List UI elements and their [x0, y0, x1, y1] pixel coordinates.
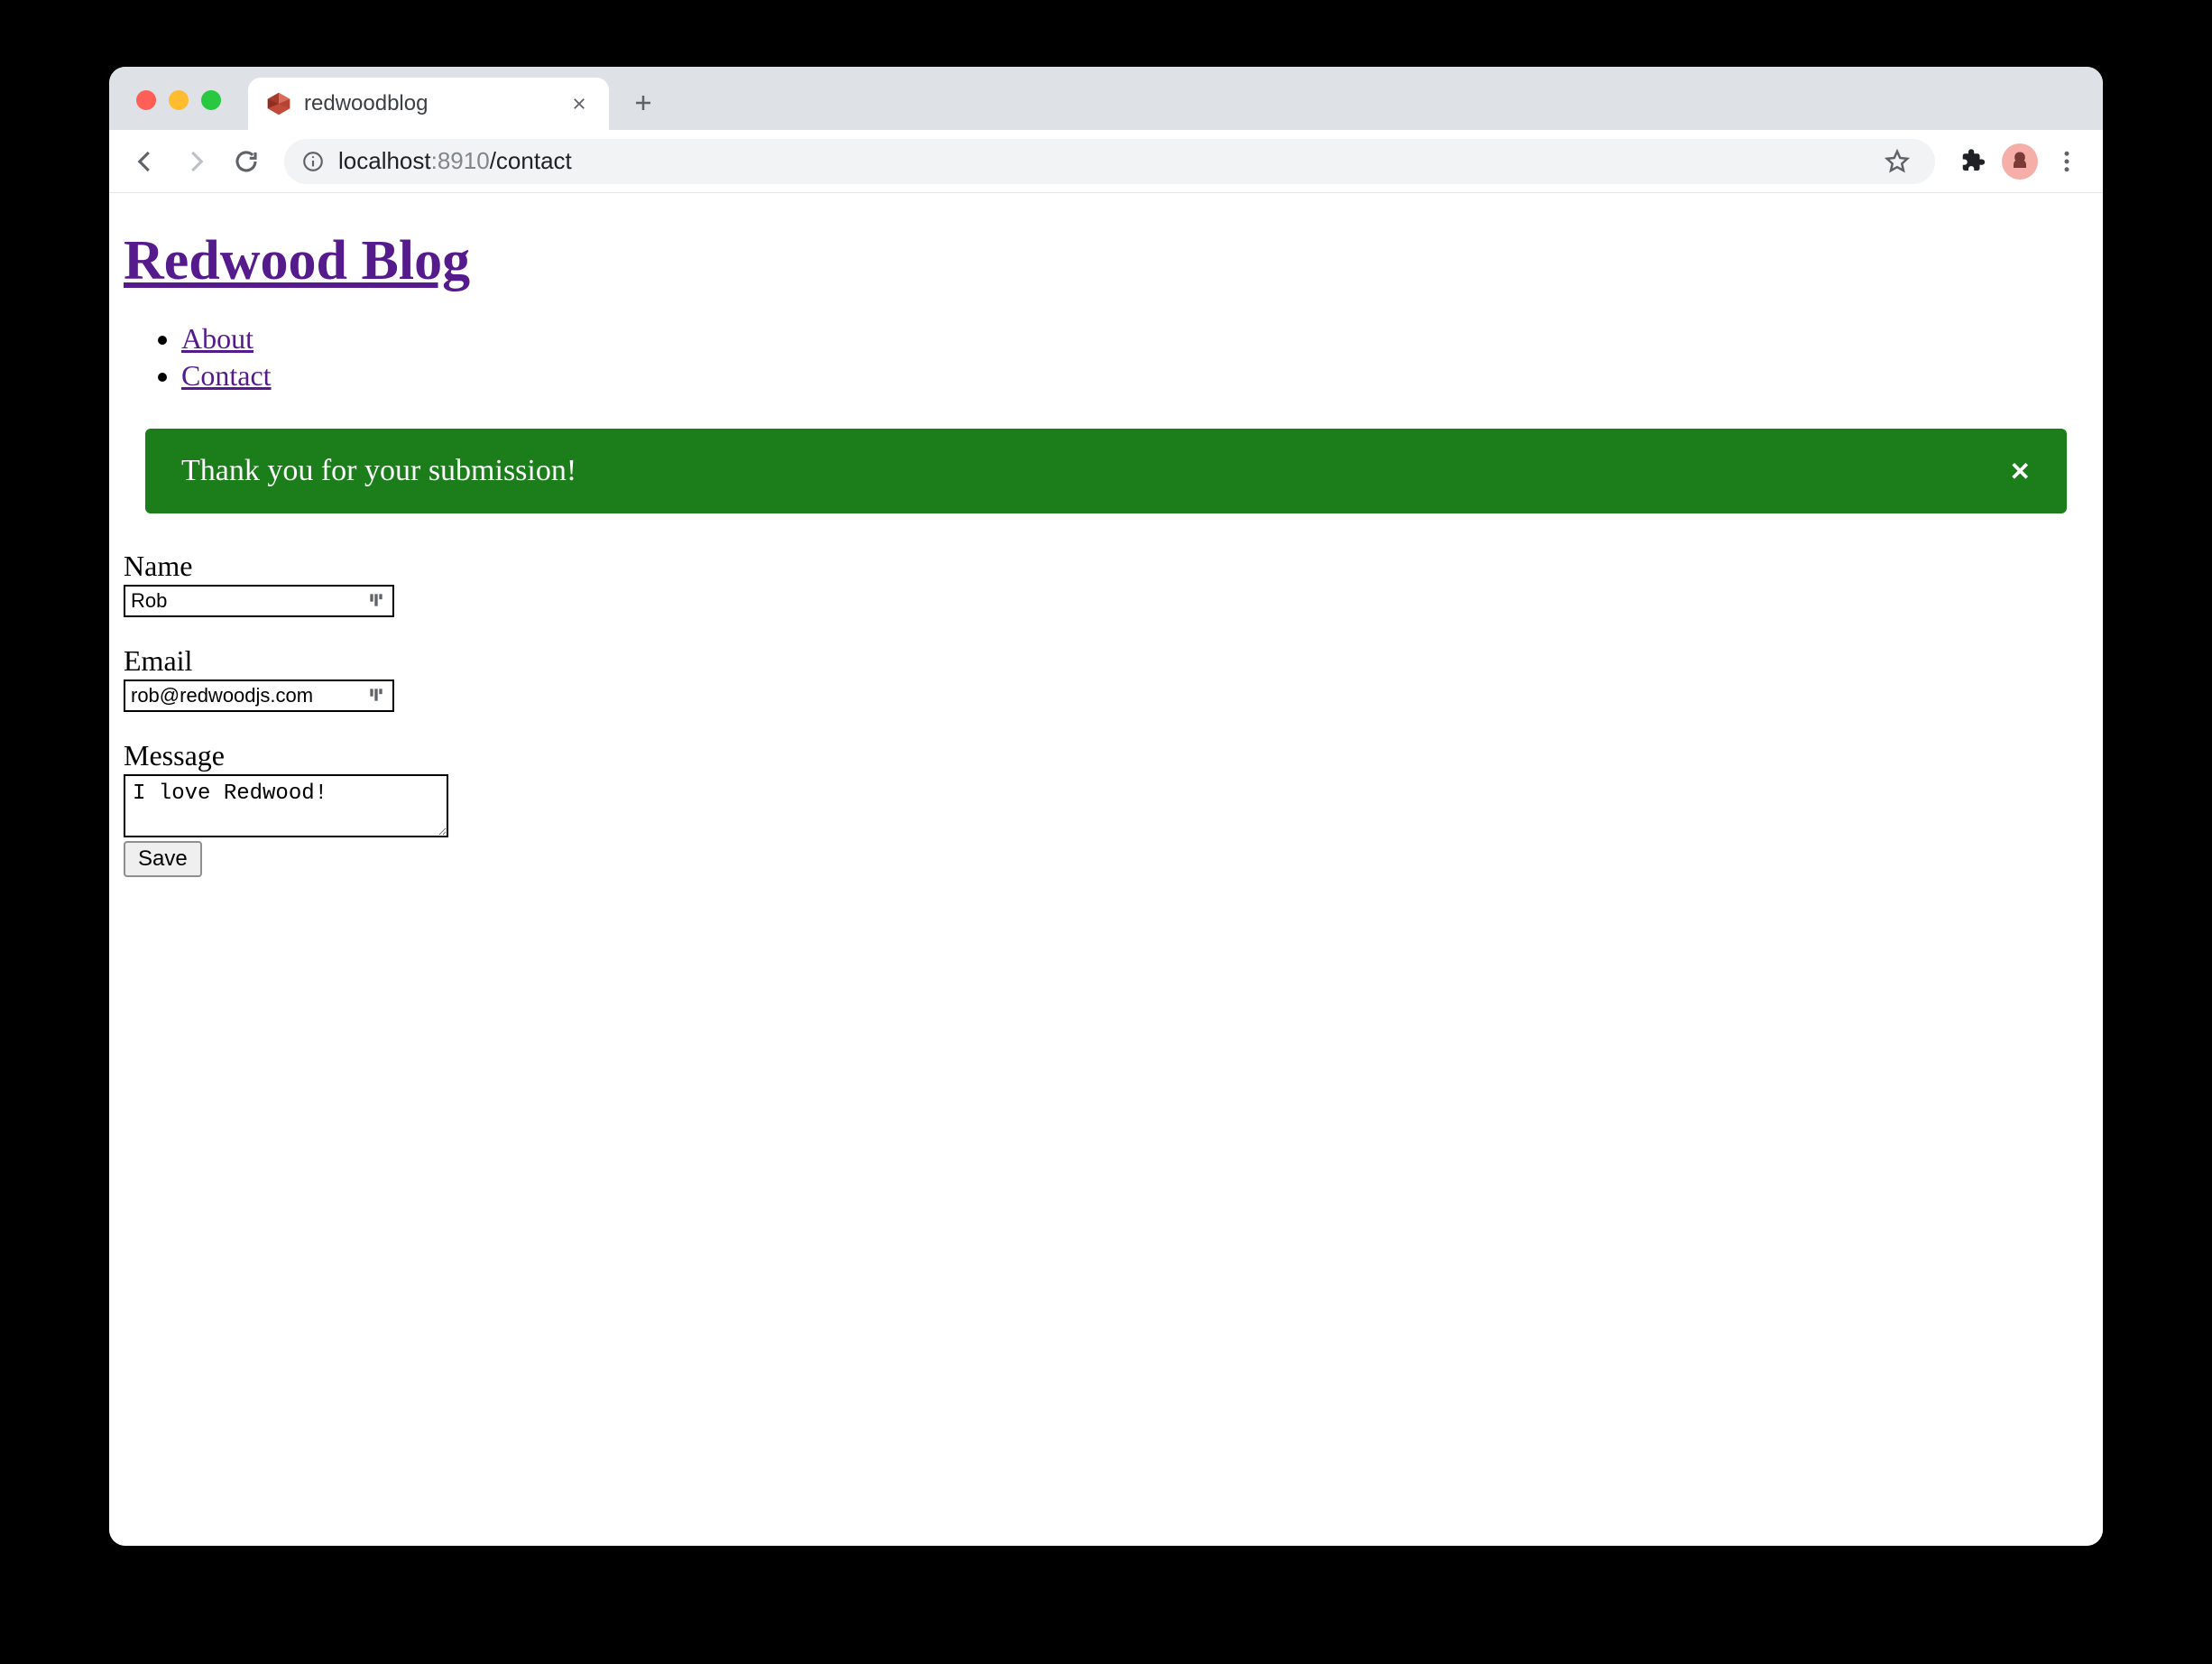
forward-button[interactable]: [174, 140, 217, 183]
browser-window: redwoodblog localhost:8910/contact: [109, 67, 2103, 1546]
nav-list: About Contact: [109, 322, 2103, 393]
window-minimize-button[interactable]: [169, 90, 189, 110]
tab-title: redwoodblog: [304, 91, 555, 116]
save-button[interactable]: Save: [124, 841, 202, 877]
new-tab-button[interactable]: [622, 81, 665, 125]
nav-item-about: About: [181, 322, 2103, 356]
toast-close-icon[interactable]: ✕: [2010, 457, 2031, 486]
message-textarea[interactable]: [124, 774, 448, 837]
nav-link-about[interactable]: About: [181, 322, 253, 355]
browser-menu-icon[interactable]: [2045, 140, 2088, 183]
redwood-favicon-icon: [266, 91, 291, 116]
email-label: Email: [124, 644, 2088, 678]
browser-toolbar: localhost:8910/contact: [109, 130, 2103, 193]
tab-strip: redwoodblog: [109, 67, 2103, 130]
window-maximize-button[interactable]: [201, 90, 221, 110]
page-viewport[interactable]: Redwood Blog About Contact Thank you for…: [109, 193, 2103, 1546]
name-input[interactable]: [124, 585, 394, 617]
profile-avatar[interactable]: [2002, 143, 2038, 180]
browser-tab[interactable]: redwoodblog: [248, 78, 609, 130]
name-label: Name: [124, 550, 2088, 583]
extensions-icon[interactable]: [1951, 140, 1995, 183]
toast-message: Thank you for your submission!: [181, 454, 576, 488]
url-host: localhost: [338, 147, 431, 175]
contact-form: Name Email: [109, 550, 2103, 877]
url-text: localhost:8910/contact: [338, 147, 572, 175]
field-message: Message: [124, 739, 2088, 837]
url-path: /contact: [490, 147, 572, 175]
success-toast: Thank you for your submission! ✕: [145, 429, 2067, 513]
window-close-button[interactable]: [136, 90, 156, 110]
email-input[interactable]: [124, 679, 394, 712]
window-controls: [127, 90, 230, 130]
site-title-link[interactable]: Redwood Blog: [124, 230, 470, 291]
message-label: Message: [124, 739, 2088, 772]
field-email: Email: [124, 644, 2088, 712]
address-bar[interactable]: localhost:8910/contact: [284, 139, 1935, 184]
nav-link-contact[interactable]: Contact: [181, 359, 272, 392]
nav-item-contact: Contact: [181, 359, 2103, 393]
tab-close-icon[interactable]: [567, 92, 591, 116]
back-button[interactable]: [124, 140, 167, 183]
site-info-icon[interactable]: [300, 149, 326, 174]
page-content: Redwood Blog About Contact Thank you for…: [109, 193, 2103, 877]
url-port: :8910: [431, 147, 490, 175]
site-title-heading: Redwood Blog: [124, 229, 2103, 293]
bookmark-star-icon[interactable]: [1876, 140, 1919, 183]
reload-button[interactable]: [225, 140, 268, 183]
field-name: Name: [124, 550, 2088, 617]
